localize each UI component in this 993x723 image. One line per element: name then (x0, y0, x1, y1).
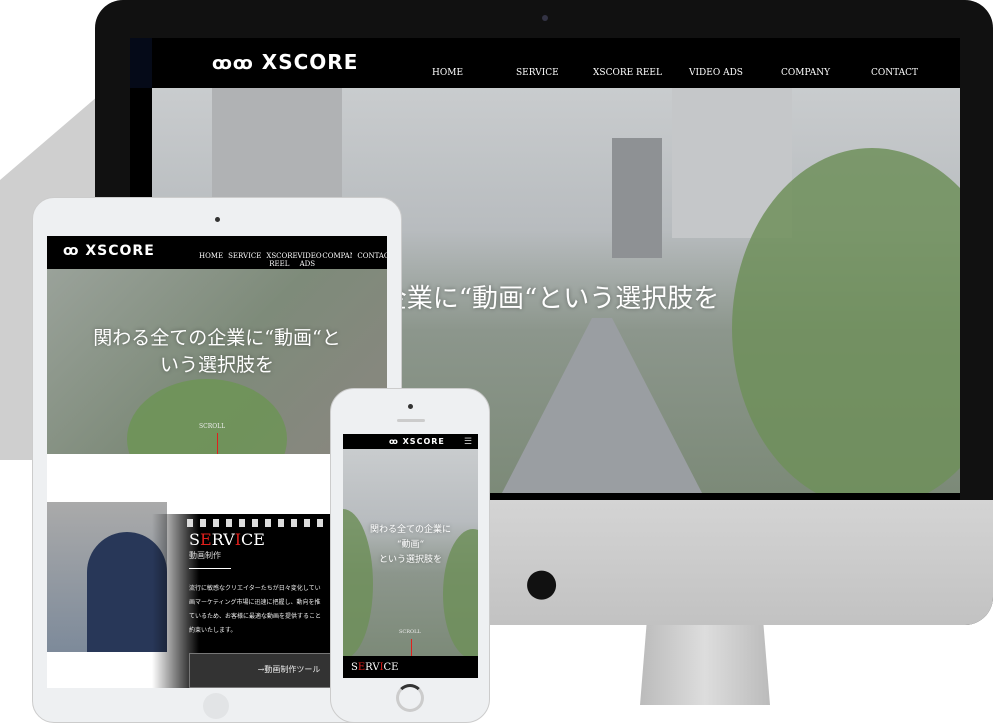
nav-company[interactable]: COMPANY (781, 68, 871, 78)
hero-line-2: いう選択肢を (159, 354, 274, 376)
nav-contact[interactable]: CONTACT (871, 68, 918, 78)
hero-line-1: 関わる全ての企業に (369, 525, 451, 535)
scroll-label[interactable]: SCROLL (399, 629, 421, 635)
camera-icon (408, 404, 413, 409)
scroll-line (217, 433, 218, 454)
logo[interactable]: ꝏ XSCORE (63, 243, 155, 259)
home-button[interactable] (396, 684, 424, 712)
hero-line-3: という選択肢を (378, 555, 442, 565)
nav-service[interactable]: SERVICE (228, 252, 261, 268)
logo[interactable]: ꝏ XSCORE (389, 437, 445, 446)
nav-company[interactable]: COMPANY (322, 252, 352, 268)
home-button[interactable] (203, 693, 229, 719)
camera-icon (215, 217, 220, 222)
service-body: 流行に敏感なクリエイターたちが日々変化してい 画マーケティング市場に迅速に把握し、… (189, 585, 322, 634)
tablet-header: ꝏ XSCORE HOME SERVICE XSCORE REEL VIDEO … (47, 236, 387, 269)
phone-hero: 関わる全ての企業に “動画“ という選択肢を SCROLL (343, 449, 478, 656)
logo[interactable]: ꝏꝏ XSCORE (212, 50, 358, 74)
nav-xscore-reel[interactable]: XSCORE REEL (266, 252, 297, 268)
nav-service[interactable]: SERVICE (516, 68, 593, 78)
nav-contact[interactable]: CONTACT (357, 252, 387, 268)
phone-screen: ꝏ XSCORE ☰ 関わる全ての企業に “動画“ という選択肢を SCROLL S… (343, 434, 478, 678)
service-photo (47, 502, 167, 652)
service-subtitle: 動画制作 (189, 551, 221, 560)
menu-icon[interactable]: ☰ (464, 437, 472, 447)
monitor-stand (640, 625, 770, 705)
hero-line-2: “動画“ (396, 540, 425, 550)
speaker (397, 419, 425, 422)
desktop-header: ꝏꝏ XSCORE HOME SERVICE XSCORE REEL VIDEO… (130, 38, 960, 88)
scroll-line (411, 639, 412, 656)
apple-logo-icon: ● (525, 560, 559, 604)
nav-home[interactable]: HOME (199, 252, 223, 268)
service-title: SERVICE (189, 530, 265, 549)
scroll-label[interactable]: SCROLL (199, 423, 225, 430)
logo-text: XSCORE (261, 50, 359, 74)
nav-video-ads[interactable]: VIDEO ADS (689, 68, 781, 78)
phone-device: ꝏ XSCORE ☰ 関わる全ての企業に “動画“ という選択肢を SCROLL S… (330, 388, 490, 723)
nav-xscore-reel[interactable]: XSCORE REEL (593, 68, 689, 78)
camera-icon (542, 15, 548, 21)
nav-video-ads[interactable]: VIDEO ADS (297, 252, 321, 268)
service-title: SERVICE (351, 662, 399, 673)
hero-line-1: 関わる全ての企業に“動画“と (93, 327, 341, 349)
nav-home[interactable]: HOME (432, 68, 516, 78)
